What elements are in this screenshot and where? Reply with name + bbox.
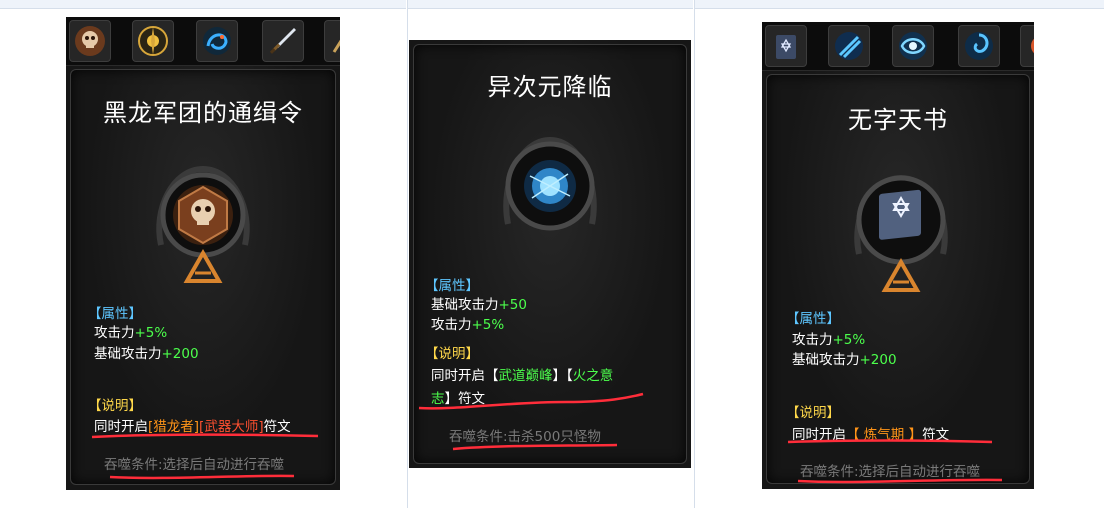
- card-title: 黑龙军团的通缉令: [103, 99, 303, 127]
- attribute-value: +5%: [832, 332, 866, 348]
- description-line: 同时开启【武道巅峰】【火之意: [431, 368, 614, 384]
- attribute-value: +5%: [471, 317, 505, 333]
- top-strip-middle: [408, 0, 693, 9]
- attribute-row: 攻击力+5%: [792, 328, 865, 348]
- book-icon[interactable]: [765, 25, 807, 67]
- rune-card-black-dragon: 黑龙军团的通缉令 【属性】 攻击力+5% 基础攻击力+200 【说明】 同时开启…: [66, 17, 340, 490]
- rune-tag: 火之意: [572, 368, 614, 384]
- red-underline: [91, 433, 319, 439]
- description-header: 【说明】: [786, 405, 840, 421]
- attributes-header: 【属性】: [786, 311, 840, 327]
- attributes-header: 【属性】: [88, 306, 142, 322]
- rune-tag: 武道巅峰: [498, 368, 553, 384]
- sword-icon[interactable]: [262, 20, 304, 62]
- blue-energy-orb: [503, 136, 597, 231]
- attribute-value: +200: [859, 352, 897, 368]
- attribute-label: 基础攻击力: [431, 297, 499, 313]
- icon-bar: [762, 22, 1034, 71]
- rune-card-dimension: 异次元降临 【属性】 基础攻击力+50 攻击力+5% 【说明】 同时开启【武道巅…: [409, 40, 691, 468]
- red-underline: [797, 478, 1003, 484]
- red-underline: [418, 392, 644, 410]
- rune-card-wordless-book: 无字天书 【属性】 攻击力+5% 基础攻击力+200 【说明】 同时开启【 炼气…: [762, 22, 1034, 489]
- attribute-value: +5%: [134, 325, 168, 341]
- attribute-label: 基础攻击力: [792, 352, 860, 368]
- partial-icon[interactable]: [1020, 25, 1034, 67]
- blue-vortex-icon[interactable]: [892, 25, 934, 67]
- attribute-label: 攻击力: [792, 332, 833, 348]
- attribute-value: +200: [161, 346, 199, 362]
- top-strip-left: [0, 0, 406, 9]
- red-underline: [109, 474, 295, 480]
- blue-dragon-icon[interactable]: [196, 20, 238, 62]
- skull-rune-icon[interactable]: [69, 20, 111, 62]
- red-underline: [787, 439, 993, 444]
- attribute-row: 攻击力+5%: [94, 321, 167, 341]
- attribute-row: 基础攻击力+200: [94, 342, 199, 362]
- attribute-label: 攻击力: [94, 325, 135, 341]
- attribute-row: 基础攻击力+50: [431, 293, 527, 313]
- card-title: 无字天书: [848, 106, 948, 134]
- blank-book-orb: [854, 174, 948, 292]
- top-strip-right: [695, 0, 1104, 9]
- cell-divider-1: [407, 0, 408, 508]
- partial-icon[interactable]: [324, 20, 340, 62]
- attribute-value: +50: [498, 297, 528, 313]
- golden-compass-icon[interactable]: [132, 20, 174, 62]
- description-header: 【说明】: [425, 346, 479, 362]
- attributes-header: 【属性】: [425, 278, 479, 294]
- card-title: 异次元降临: [487, 73, 613, 101]
- icon-bar: [66, 17, 340, 66]
- blue-swirl-icon[interactable]: [958, 25, 1000, 67]
- attribute-row: 攻击力+5%: [431, 313, 504, 333]
- attribute-label: 基础攻击力: [94, 346, 162, 362]
- cell-divider-2: [694, 0, 695, 508]
- description-header: 【说明】: [88, 398, 142, 414]
- devour-condition: 吞噬条件:选择后自动进行吞噬: [104, 457, 285, 473]
- attribute-label: 攻击力: [431, 317, 472, 333]
- attribute-row: 基础攻击力+200: [792, 348, 897, 368]
- skull-emblem-orb: [156, 165, 250, 283]
- blue-slash-icon[interactable]: [828, 25, 870, 67]
- red-underline: [452, 443, 618, 451]
